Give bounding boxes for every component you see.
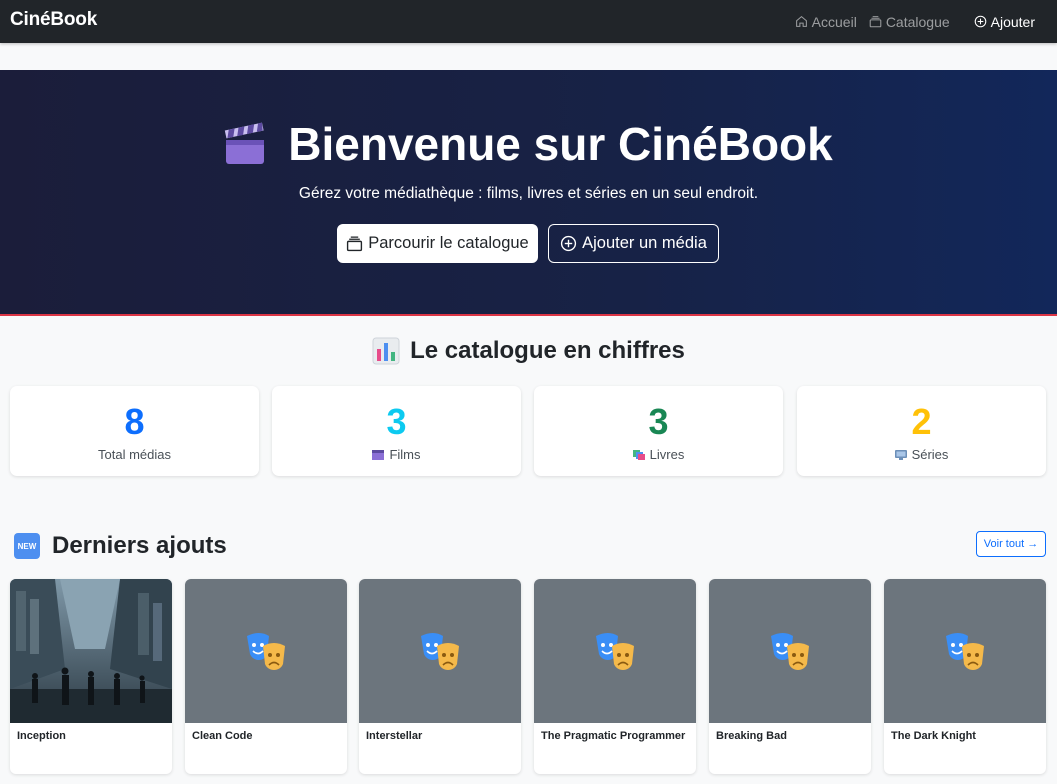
section-title-text: Derniers ajouts	[52, 532, 227, 559]
bar-chart-icon	[372, 337, 400, 365]
nav-link-catalogue[interactable]: Catalogue	[869, 14, 950, 30]
brand-logo[interactable]: CinéBook	[10, 9, 97, 31]
tv-icon	[894, 450, 907, 460]
media-title: The Pragmatic Programmer	[541, 730, 686, 742]
books-icon	[632, 450, 645, 460]
media-title: Interstellar	[366, 730, 423, 742]
stat-value: 2	[911, 401, 932, 442]
browse-catalogue-button[interactable]: Parcourir le catalogue	[337, 224, 538, 263]
hero-subtitle: Gérez votre médiathèque : films, livres …	[298, 185, 759, 202]
nav-link-label: Catalogue	[885, 13, 950, 30]
collection-icon	[347, 236, 363, 252]
stat-label: Séries	[797, 447, 1046, 462]
poster-illustration	[10, 579, 172, 723]
stat-card-series: 2 Séries	[797, 386, 1046, 476]
nav-links: Accueil Catalogue Ajouter	[795, 0, 1035, 43]
button-label: Ajouter un média	[582, 234, 707, 252]
media-card-clean-code[interactable]: Clean Code	[185, 579, 347, 774]
media-title: Inception	[17, 730, 66, 742]
masks-icon	[596, 633, 634, 670]
media-card-inception[interactable]: Inception	[10, 579, 172, 774]
masks-icon	[771, 633, 809, 670]
section-title-text: Le catalogue en chiffres	[410, 337, 685, 364]
stat-value: 8	[124, 401, 145, 442]
plus-circle-icon	[974, 15, 986, 28]
stat-label: Livres	[534, 447, 783, 462]
media-title: Clean Code	[192, 730, 253, 742]
nav-link-ajouter[interactable]: Ajouter	[974, 14, 1035, 30]
top-navbar: CinéBook Accueil Catalogue Ajouter	[0, 0, 1057, 43]
media-placeholder-cover	[534, 579, 696, 723]
masks-icon	[421, 633, 459, 670]
stat-label-text: Livres	[649, 447, 685, 462]
masks-icon	[946, 633, 984, 670]
stat-card-films: 3 Films	[272, 386, 521, 476]
nav-link-label: Accueil	[811, 13, 857, 30]
media-placeholder-cover	[185, 579, 347, 723]
media-title: Breaking Bad	[716, 730, 787, 742]
plus-circle-icon	[561, 235, 577, 252]
media-card-pragmatic-programmer[interactable]: The Pragmatic Programmer	[534, 579, 696, 774]
stat-label: Films	[272, 447, 521, 462]
collection-icon	[869, 16, 882, 28]
stat-value: 3	[648, 401, 669, 442]
media-placeholder-cover	[709, 579, 871, 723]
media-placeholder-cover	[884, 579, 1046, 723]
media-title: The Dark Knight	[891, 730, 976, 742]
stat-card-total: 8 Total médias	[10, 386, 259, 476]
new-badge-icon: NEW	[14, 533, 40, 559]
clapperboard-icon	[225, 122, 265, 164]
clapperboard-icon	[372, 450, 385, 460]
hero-banner: Bienvenue sur CinéBook Gérez votre média…	[0, 70, 1057, 316]
stat-label-text: Films	[389, 447, 421, 462]
button-label: Parcourir le catalogue	[368, 234, 529, 252]
stats-section-title: Le catalogue en chiffres	[0, 337, 1057, 365]
latest-section-title: NEW Derniers ajouts	[14, 532, 227, 560]
stat-label-text: Séries	[911, 447, 949, 462]
nav-link-label: Ajouter	[990, 13, 1035, 30]
add-media-button[interactable]: Ajouter un média	[548, 224, 719, 263]
latest-media-grid: Inception Clean Code Interstellar The Pr…	[10, 579, 1047, 784]
stats-cards: 8 Total médias 3 Films 3 Livres 2 Séries	[10, 386, 1047, 476]
masks-icon	[247, 633, 285, 670]
stat-card-livres: 3 Livres	[534, 386, 783, 476]
see-all-button[interactable]: Voir tout →	[976, 531, 1046, 557]
stat-label: Total médias	[10, 447, 259, 462]
media-card-breaking-bad[interactable]: Breaking Bad	[709, 579, 871, 774]
stat-value: 3	[386, 401, 407, 442]
home-icon	[795, 15, 807, 27]
hero-title: Bienvenue sur CinéBook	[0, 121, 1057, 167]
media-card-dark-knight[interactable]: The Dark Knight	[884, 579, 1046, 774]
media-card-interstellar[interactable]: Interstellar	[359, 579, 521, 774]
stat-label-text: Total médias	[98, 447, 171, 462]
hero-title-text: Bienvenue sur CinéBook	[288, 118, 833, 170]
nav-link-accueil[interactable]: Accueil	[795, 14, 857, 30]
media-placeholder-cover	[359, 579, 521, 723]
poster-image	[10, 579, 172, 723]
